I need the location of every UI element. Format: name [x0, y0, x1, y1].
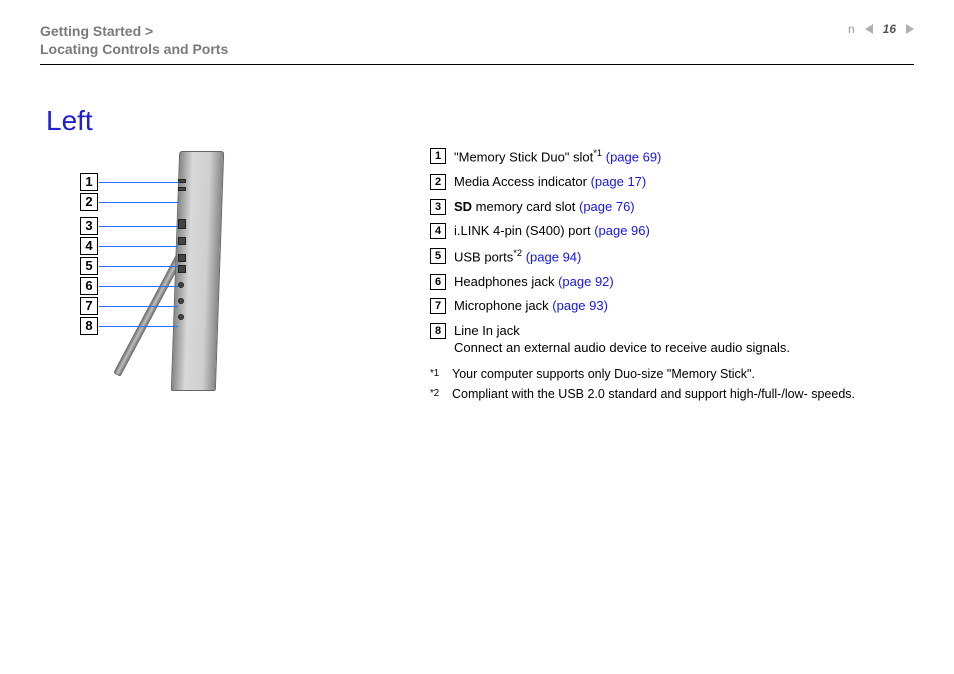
breadcrumb: Getting Started > Locating Controls and … — [40, 22, 228, 58]
legend-item: 2 Media Access indicator (page 17) — [430, 173, 914, 191]
port-sd — [178, 219, 186, 229]
callout-5: 5 — [80, 257, 98, 275]
callout-7: 7 — [80, 297, 98, 315]
legend-number: 1 — [430, 148, 446, 164]
header-divider — [40, 64, 914, 65]
page-link[interactable]: (page 69) — [606, 150, 662, 165]
lead-line — [99, 266, 178, 267]
legend-number: 7 — [430, 298, 446, 314]
lead-line — [99, 182, 179, 183]
footnote-text: Your computer supports only Duo-size "Me… — [452, 367, 755, 381]
legend-item: 3 SD memory card slot (page 76) — [430, 198, 914, 216]
prev-page-icon[interactable] — [865, 24, 873, 34]
callout-6: 6 — [80, 277, 98, 295]
legend-item: 6 Headphones jack (page 92) — [430, 273, 914, 291]
legend-item: 8 Line In jackConnect an external audio d… — [430, 322, 914, 357]
legend-item: 7 Microphone jack (page 93) — [430, 297, 914, 315]
legend-description: Connect an external audio device to rece… — [454, 339, 914, 357]
legend-number: 3 — [430, 199, 446, 215]
legend-post: memory card slot — [472, 199, 579, 214]
legend-pre: i.LINK 4-pin (S400) port — [454, 223, 594, 238]
letter-n: n — [848, 22, 855, 36]
port-memory-stick — [178, 179, 186, 183]
legend-number: 5 — [430, 248, 446, 264]
breadcrumb-line-2: Locating Controls and Ports — [40, 40, 228, 58]
legend-column: 1"Memory Stick Duo" slot*1 (page 69)2Med… — [430, 147, 914, 407]
legend-text: Headphones jack (page 92) — [454, 273, 914, 291]
port-usb-a — [178, 254, 186, 262]
legend-text: "Memory Stick Duo" slot*1 (page 69) — [454, 147, 914, 166]
legend-pre: USB ports — [454, 249, 513, 264]
legend-item: 5 USB ports*2 (page 94) — [430, 247, 914, 266]
legend-number: 4 — [430, 223, 446, 239]
port-usb-b — [178, 265, 186, 273]
page-number: 16 — [883, 22, 896, 36]
footnote-ref: *2 — [513, 248, 522, 258]
callout-1: 1 — [80, 173, 98, 191]
legend-pre: Line In jack — [454, 323, 520, 338]
page-link[interactable]: (page 92) — [558, 274, 614, 289]
footnote-mark: *2 — [430, 387, 452, 401]
footnote-list: *1Your computer supports only Duo-size "… — [430, 367, 914, 401]
legend-bold: SD — [454, 199, 472, 214]
lead-line — [99, 326, 178, 327]
next-page-icon[interactable] — [906, 24, 914, 34]
callout-4: 4 — [80, 237, 98, 255]
device-diagram: 1 2 3 4 5 6 7 8 — [60, 147, 360, 397]
legend-text: Microphone jack (page 93) — [454, 297, 914, 315]
lead-line — [99, 246, 178, 247]
footnote: *1Your computer supports only Duo-size "… — [430, 367, 914, 381]
legend-pre: Headphones jack — [454, 274, 558, 289]
legend-pre: Media Access indicator — [454, 174, 591, 189]
page-link[interactable]: (page 76) — [579, 199, 635, 214]
footnote-mark: *1 — [430, 367, 452, 381]
page-nav: n 16 — [848, 22, 914, 36]
callout-8: 8 — [80, 317, 98, 335]
page-link[interactable]: (page 93) — [552, 298, 608, 313]
lead-line — [99, 202, 179, 203]
lead-line — [99, 306, 178, 307]
legend-item: 4 i.LINK 4-pin (S400) port (page 96) — [430, 222, 914, 240]
callout-2: 2 — [80, 193, 98, 211]
legend-number: 6 — [430, 274, 446, 290]
legend-item: 1 "Memory Stick Duo" slot*1 (page 69) — [430, 147, 914, 166]
page-link[interactable]: (page 94) — [526, 249, 582, 264]
legend-pre: Microphone jack — [454, 298, 552, 313]
page-link[interactable]: (page 17) — [591, 174, 647, 189]
footnote-ref: *1 — [593, 148, 602, 158]
legend-text: Media Access indicator (page 17) — [454, 173, 914, 191]
page-header: Getting Started > Locating Controls and … — [40, 22, 914, 58]
port-ilink — [178, 237, 186, 245]
legend-text: Line In jackConnect an external audio de… — [454, 322, 914, 357]
footnote: *2Compliant with the USB 2.0 standard an… — [430, 387, 914, 401]
legend-list: 1 "Memory Stick Duo" slot*1 (page 69) 2 Med… — [430, 147, 914, 357]
port-media-access — [178, 187, 186, 191]
lead-line — [99, 286, 178, 287]
footnote-text: Compliant with the USB 2.0 standard and … — [452, 387, 855, 401]
diagram-column: 1 2 3 4 5 6 7 8 — [40, 147, 360, 407]
lead-line — [99, 226, 178, 227]
content-row: 1 2 3 4 5 6 7 8 1 "Memory Stick Duo" slot… — [40, 147, 914, 407]
callout-3: 3 — [80, 217, 98, 235]
legend-text: USB ports*2 (page 94) — [454, 247, 914, 266]
legend-number: 8 — [430, 323, 446, 339]
legend-number: 2 — [430, 174, 446, 190]
breadcrumb-line-1: Getting Started > — [40, 22, 228, 40]
legend-pre: "Memory Stick Duo" slot — [454, 150, 593, 165]
page-link[interactable]: (page 96) — [594, 223, 650, 238]
section-title: Left — [46, 105, 914, 137]
legend-text: SD memory card slot (page 76) — [454, 198, 914, 216]
legend-text: i.LINK 4-pin (S400) port (page 96) — [454, 222, 914, 240]
